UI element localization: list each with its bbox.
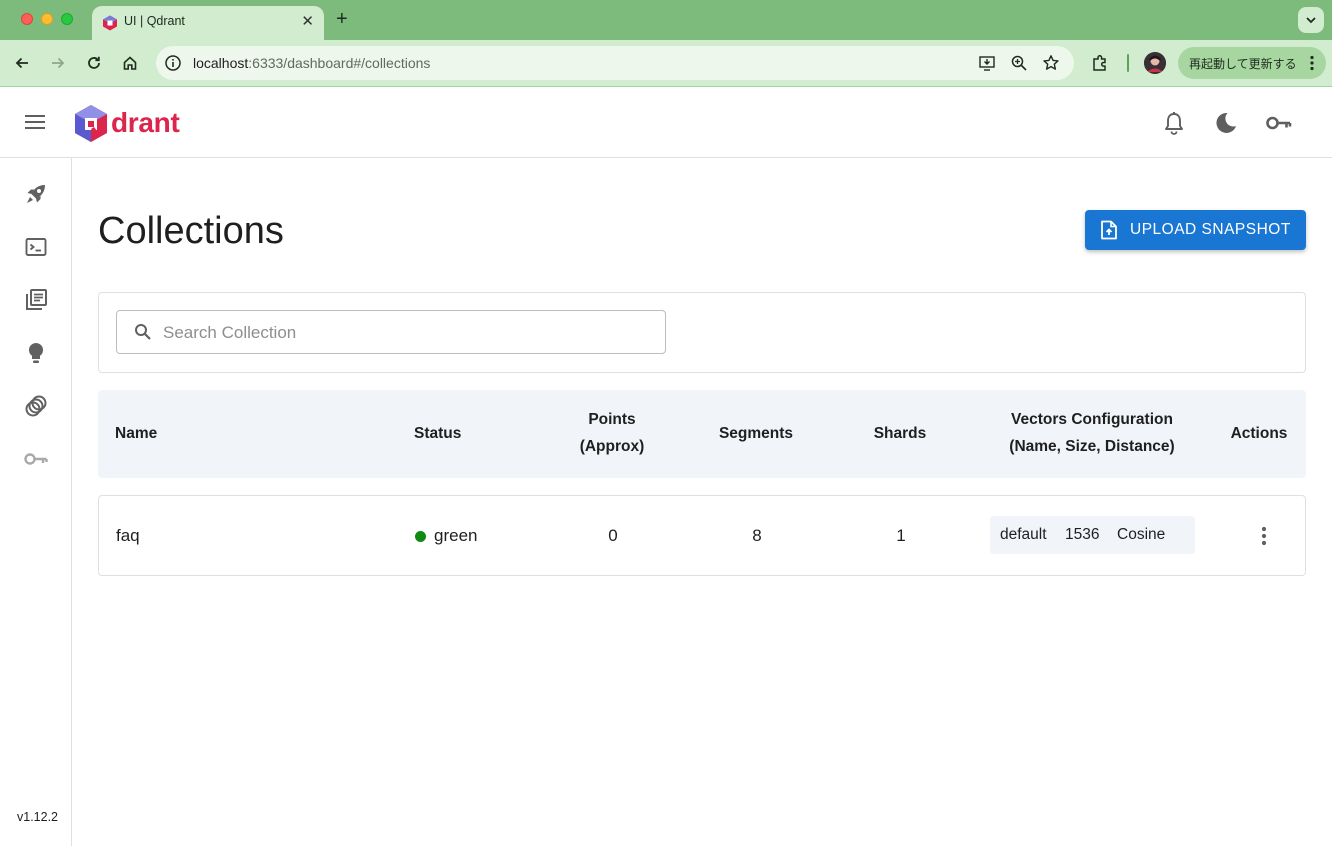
collections-icon [26, 289, 47, 310]
sidebar-item-collections[interactable] [23, 287, 49, 313]
qdrant-logo-icon [75, 105, 107, 142]
column-header-shards: Shards [873, 425, 927, 442]
collection-points: 0 [608, 526, 618, 545]
search-card [98, 292, 1306, 373]
row-actions-button[interactable] [1252, 524, 1276, 548]
vector-size: 1536 [1065, 526, 1100, 543]
site-info-icon[interactable] [164, 54, 182, 72]
app-header: drant [0, 87, 1332, 158]
moon-icon [1216, 112, 1236, 133]
tab-search-button[interactable] [1298, 7, 1324, 33]
console-icon [25, 238, 47, 256]
more-vert-icon [1310, 55, 1314, 71]
zoom-icon[interactable] [1010, 54, 1028, 72]
browser-tab-bar: UI | Qdrant ✕ + [0, 0, 1332, 40]
upload-snapshot-label: UPLOAD SNAPSHOT [1130, 221, 1291, 238]
maximize-window-button[interactable] [61, 13, 73, 25]
arrow-left-icon [15, 57, 28, 69]
more-vert-icon [1261, 526, 1267, 546]
reload-button[interactable] [83, 52, 105, 74]
relaunch-update-label: 再起動して更新する [1189, 56, 1297, 71]
vector-config-chip: default 1536 Cosine [990, 516, 1195, 554]
address-bar[interactable]: localhost:6333/dashboard#/collections [156, 46, 1074, 80]
bell-icon [1165, 112, 1183, 135]
sidebar-item-tutorial[interactable] [23, 340, 49, 366]
table-row[interactable]: faq green 0 8 1 default 1536 Cosine [98, 495, 1306, 576]
bookmark-star-icon[interactable] [1042, 54, 1060, 72]
api-key-button[interactable] [1266, 110, 1292, 136]
arrow-right-icon [52, 57, 65, 69]
app-version: v1.12.2 [17, 810, 59, 824]
column-header-actions: Actions [1230, 425, 1288, 442]
sidebar-item-welcome[interactable] [23, 181, 49, 207]
chevron-down-icon [1306, 17, 1316, 24]
browser-tab[interactable]: UI | Qdrant ✕ [92, 6, 324, 40]
sidebar-item-console[interactable] [23, 234, 49, 260]
profile-avatar[interactable] [1144, 52, 1166, 74]
extensions-icon[interactable] [1090, 53, 1110, 73]
sidebar-item-datasets[interactable] [23, 393, 49, 419]
column-header-status: Status [414, 425, 462, 442]
new-tab-button[interactable]: + [336, 8, 348, 30]
theme-toggle-button[interactable] [1213, 110, 1239, 136]
qdrant-favicon-icon [103, 15, 117, 31]
key-icon [1266, 116, 1292, 130]
home-button[interactable] [119, 52, 141, 74]
vector-name: default [1000, 526, 1047, 543]
collection-segments: 8 [752, 526, 762, 545]
search-input[interactable] [163, 321, 643, 345]
notifications-button[interactable] [1161, 110, 1187, 136]
avatar-icon [1144, 52, 1166, 74]
url-text: localhost:6333/dashboard#/collections [193, 55, 431, 71]
status-indicator [415, 531, 426, 542]
column-header-vectors: Vectors Configuration (Name, Size, Dista… [1009, 411, 1175, 455]
menu-icon[interactable] [24, 111, 46, 133]
collection-status: green [434, 526, 478, 545]
collection-shards: 1 [896, 526, 906, 545]
table-header: Name Status Points (Approx) Segments Sha… [98, 390, 1306, 478]
collection-name[interactable]: faq [116, 526, 140, 546]
relaunch-update-button[interactable]: 再起動して更新する [1178, 47, 1326, 79]
home-icon [123, 56, 137, 70]
api-icon [25, 395, 47, 417]
minimize-window-button[interactable] [41, 13, 53, 25]
toolbar-divider [1127, 54, 1129, 72]
upload-snapshot-button[interactable]: UPLOAD SNAPSHOT [1085, 210, 1306, 250]
key-icon [24, 453, 48, 465]
lightbulb-icon [28, 342, 44, 363]
page-title: Collections [98, 210, 284, 252]
search-icon [135, 324, 151, 340]
tab-close-icon[interactable]: ✕ [301, 13, 314, 31]
column-header-points: Points (Approx) [579, 411, 645, 455]
close-window-button[interactable] [21, 13, 33, 25]
sidebar-item-access[interactable] [23, 446, 49, 472]
back-button[interactable] [11, 52, 33, 74]
logo-text: drant [111, 107, 180, 138]
qdrant-logo[interactable]: drant [74, 104, 194, 144]
rocket-icon [27, 185, 45, 203]
install-app-icon[interactable] [978, 54, 996, 72]
sidebar: v1.12.2 [0, 158, 72, 846]
vector-distance: Cosine [1117, 526, 1166, 543]
tab-title: UI | Qdrant [124, 14, 185, 28]
browser-toolbar: localhost:6333/dashboard#/collections 再起… [0, 40, 1332, 87]
search-field[interactable] [116, 310, 666, 354]
forward-button[interactable] [47, 52, 69, 74]
reload-icon [88, 56, 100, 69]
upload-file-icon [1101, 220, 1117, 240]
column-header-name: Name [115, 425, 158, 442]
column-header-segments: Segments [718, 425, 794, 442]
